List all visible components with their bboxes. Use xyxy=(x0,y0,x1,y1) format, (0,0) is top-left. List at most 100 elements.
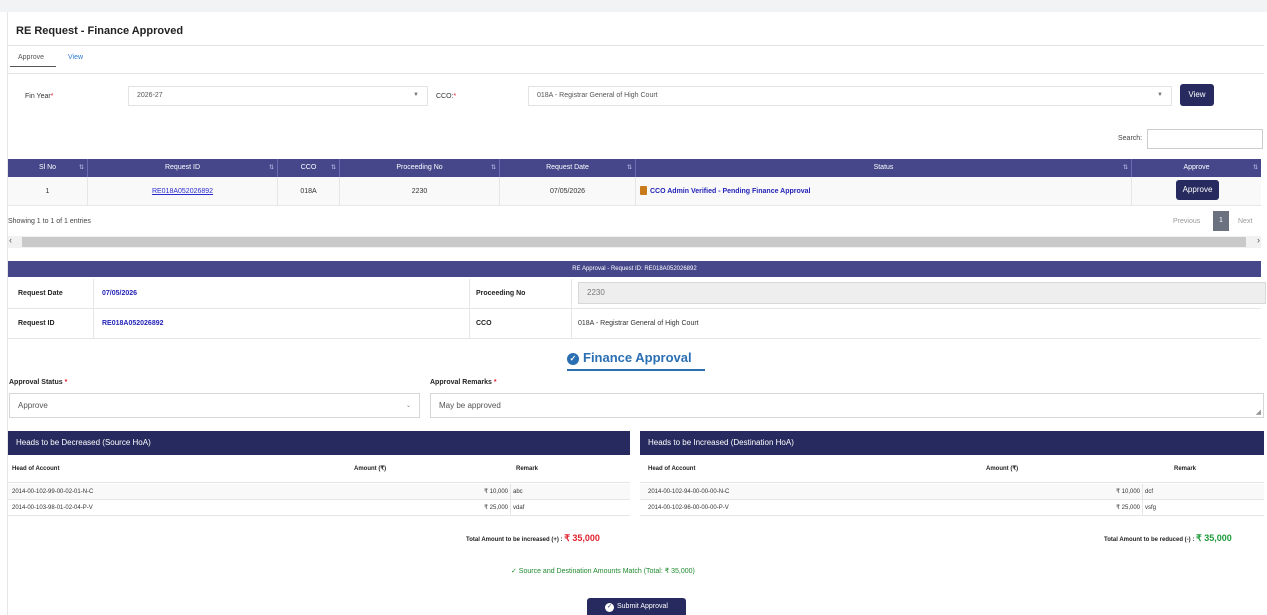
destination-table-header: Head of Account Amount (₹) Remark xyxy=(640,455,1264,483)
cco-label: CCO:* xyxy=(436,93,457,100)
request-id-link[interactable]: RE018A052026892 xyxy=(152,188,213,195)
head-cell: 2014-00-102-94-00-00-00-N-C xyxy=(648,489,730,495)
table-row: 1 RE018A052026892 018A 2230 07/05/2026 C… xyxy=(8,177,1261,206)
col-request-id[interactable]: Request ID ⇅ xyxy=(88,159,278,177)
divider xyxy=(510,484,511,500)
pagination-previous[interactable]: Previous xyxy=(1173,218,1200,225)
divider xyxy=(93,279,94,309)
scroll-right-icon[interactable]: › xyxy=(1257,235,1260,245)
resize-handle-icon[interactable]: ◢ xyxy=(1256,408,1261,416)
col-sl-no[interactable]: Sl No ⇅ xyxy=(8,159,88,177)
cco-value: 018A - Registrar General of High Court xyxy=(537,92,658,99)
amount-cell: ₹ 10,000 xyxy=(1116,489,1140,495)
head-cell: 2014-00-102-96-00-00-00-P-V xyxy=(648,505,729,511)
source-table-header: Head of Account Amount (₹) Remark xyxy=(8,455,630,483)
head-cell: 2014-00-102-99-00-02-01-N-C xyxy=(12,489,94,495)
status-text: CCO Admin Verified - Pending Finance App… xyxy=(650,188,811,195)
fin-year-label: Fin Year* xyxy=(25,93,54,100)
divider xyxy=(1142,500,1143,516)
destination-table-title: Heads to be Increased (Destination HoA) xyxy=(640,431,1264,455)
detail-row-2: Request ID RE018A052026892 CCO 018A - Re… xyxy=(8,309,1261,339)
col-proceeding-no[interactable]: Proceeding No ⇅ xyxy=(340,159,500,177)
fin-year-select[interactable]: 2026-27 ▼ xyxy=(128,86,428,106)
sort-icon: ⇅ xyxy=(330,165,336,171)
request-date-value: 07/05/2026 xyxy=(102,290,138,297)
col-status[interactable]: Status ⇅ xyxy=(636,159,1132,177)
detail-header: RE Approval - Request ID: RE018A05202689… xyxy=(8,261,1261,277)
chevron-down-icon: ⌄ xyxy=(405,403,411,409)
proceeding-no-field: 2230 xyxy=(578,282,1266,304)
chevron-down-icon: ▼ xyxy=(413,92,419,98)
remark-cell: dcf xyxy=(1145,489,1154,495)
divider xyxy=(571,309,572,339)
remark-cell: abc xyxy=(513,489,523,495)
table-row: 2014-00-102-96-00-00-00-P-V ₹ 25,000 vsf… xyxy=(640,500,1264,516)
scroll-left-icon[interactable]: ‹ xyxy=(9,235,12,245)
source-total-value: ₹ 35,000 xyxy=(564,533,600,543)
divider xyxy=(469,279,470,309)
search-label: Search: xyxy=(1118,135,1143,142)
request-id-cell: RE018A052026892 xyxy=(88,177,278,206)
source-table-title: Heads to be Decreased (Source HoA) xyxy=(8,431,630,455)
sort-icon: ⇅ xyxy=(490,165,496,171)
table-row: 2014-00-102-94-00-00-00-N-C ₹ 10,000 dcf xyxy=(640,484,1264,500)
col-approve[interactable]: Approve ⇅ xyxy=(1132,159,1261,177)
divider xyxy=(510,500,511,516)
sort-icon: ⇅ xyxy=(626,165,632,171)
amount-cell: ₹ 25,000 xyxy=(484,505,508,511)
proceeding-no-cell: 2230 xyxy=(340,177,500,206)
pagination-next[interactable]: Next xyxy=(1238,218,1252,225)
approval-status-label: Approval Status * xyxy=(9,379,68,386)
col-cco[interactable]: CCO ⇅ xyxy=(278,159,340,177)
cco-detail-label: CCO xyxy=(476,320,492,327)
status-cell: CCO Admin Verified - Pending Finance App… xyxy=(636,177,1132,206)
title-underline xyxy=(567,369,705,371)
approval-remarks-label: Approval Remarks * xyxy=(430,379,497,386)
col-request-date[interactable]: Request Date ⇅ xyxy=(500,159,636,177)
divider xyxy=(1142,484,1143,500)
approval-remarks-textarea[interactable]: May be approved ◢ xyxy=(430,393,1264,418)
entries-info: Showing 1 to 1 of 1 entries xyxy=(8,218,91,225)
check-circle-icon: ✓ xyxy=(567,353,579,365)
finance-approval-title: ✓ Finance Approval xyxy=(567,350,692,365)
remark-cell: vdaf xyxy=(513,505,525,511)
col-amount: Amount (₹) xyxy=(354,466,387,472)
approval-status-value: Approve xyxy=(18,401,48,410)
table-row: 2014-00-103-98-01-02-04-P-V ₹ 25,000 vda… xyxy=(8,500,630,516)
request-date-cell: 07/05/2026 xyxy=(500,177,636,206)
horizontal-scrollbar[interactable]: ‹ › xyxy=(8,235,1261,248)
approve-button[interactable]: Approve xyxy=(1176,180,1219,200)
cco-select[interactable]: 018A - Registrar General of High Court ▼ xyxy=(528,86,1172,106)
head-cell: 2014-00-103-98-01-02-04-P-V xyxy=(12,505,93,511)
sl-no-cell: 1 xyxy=(8,177,88,206)
top-bar xyxy=(0,0,1267,12)
tab-view[interactable]: View xyxy=(68,54,83,61)
col-amount: Amount (₹) xyxy=(986,466,1019,472)
amounts-match-message: ✓ Source and Destination Amounts Match (… xyxy=(511,568,695,575)
approval-remarks-value: May be approved xyxy=(439,401,501,410)
col-remark: Remark xyxy=(1174,466,1197,472)
scrollbar-thumb[interactable] xyxy=(22,237,1246,247)
col-head-of-account: Head of Account xyxy=(648,466,696,472)
active-tab-indicator xyxy=(10,66,56,67)
card-title: RE Request - Finance Approved xyxy=(16,25,184,37)
chevron-down-icon: ▼ xyxy=(1157,92,1163,98)
sort-icon: ⇅ xyxy=(1122,165,1128,171)
amount-cell: ₹ 10,000 xyxy=(484,489,508,495)
cco-detail-value: 018A - Registrar General of High Court xyxy=(578,320,699,327)
approval-status-select[interactable]: Approve ⌄ xyxy=(9,393,420,418)
request-id-value: RE018A052026892 xyxy=(102,320,164,327)
tab-divider xyxy=(7,73,1264,74)
tab-approve[interactable]: Approve xyxy=(18,54,44,61)
source-total: Total Amount to be increased (+) : ₹ 35,… xyxy=(466,533,600,543)
cco-cell: 018A xyxy=(278,177,340,206)
request-date-label: Request Date xyxy=(18,290,63,297)
search-input[interactable] xyxy=(1147,129,1263,149)
remark-cell: vsfg xyxy=(1145,505,1157,511)
sort-icon: ⇅ xyxy=(1252,165,1258,171)
view-button[interactable]: View xyxy=(1180,84,1214,106)
pagination-page-1[interactable]: 1 xyxy=(1213,211,1229,231)
submit-approval-button[interactable]: ✓ Submit Approval xyxy=(587,598,686,615)
col-remark: Remark xyxy=(516,466,539,472)
detail-row-1: Request Date 07/05/2026 Proceeding No 22… xyxy=(8,279,1266,309)
